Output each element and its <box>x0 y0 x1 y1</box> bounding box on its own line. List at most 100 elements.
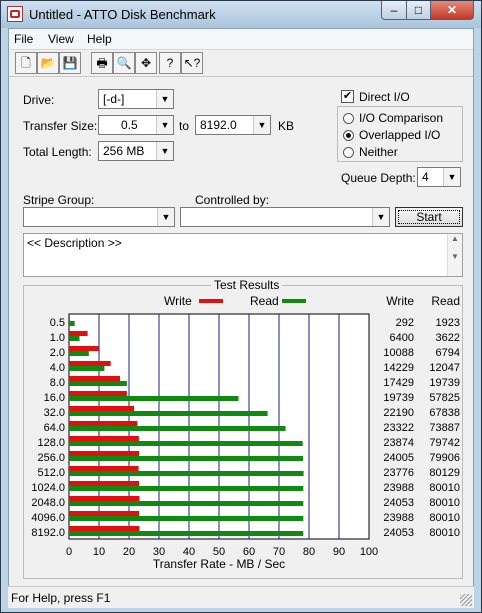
category-label: 2.0 <box>50 347 65 359</box>
read-bar <box>69 366 105 371</box>
close-button[interactable]: ✕ <box>430 1 474 20</box>
category-label: 2048.0 <box>31 497 65 509</box>
direct-io-checkbox[interactable]: ✔ <box>341 90 354 103</box>
read-value-label: 6794 <box>436 347 460 359</box>
x-tick-label: 100 <box>360 546 378 558</box>
description-text: << Description >> <box>27 236 122 250</box>
read-bar <box>69 396 239 401</box>
save-icon[interactable]: 💾 <box>59 52 81 74</box>
controlled-by-label: Controlled by: <box>195 193 270 207</box>
neither-label[interactable]: Neither <box>359 145 398 159</box>
read-bar <box>69 516 304 521</box>
read-bar <box>69 441 303 446</box>
help-icon[interactable]: ? <box>159 52 181 74</box>
move-icon[interactable]: ✥ <box>135 52 157 74</box>
read-value-label: 1923 <box>436 317 460 329</box>
read-bar <box>69 471 304 476</box>
chevron-down-icon[interactable]: ▼ <box>156 142 173 160</box>
open-icon[interactable]: 📂 <box>37 52 59 74</box>
test-results-group: Test Results 0.5 292 1923 1.0 6400 3622 2.0 100… <box>23 278 463 579</box>
write-bar <box>69 481 140 486</box>
write-value-label: 10088 <box>383 347 414 359</box>
chevron-down-icon[interactable]: ▼ <box>253 116 270 134</box>
overlapped-io-radio[interactable] <box>343 130 354 141</box>
read-value-label: 19739 <box>429 377 460 389</box>
description-scrollbar[interactable]: ▲ ▼ <box>447 234 462 276</box>
queue-depth-select[interactable]: 4 ▼ <box>417 167 461 187</box>
title-bar[interactable]: Untitled - ATTO Disk Benchmark – □ ✕ <box>1 1 481 28</box>
read-bar <box>69 321 75 326</box>
chevron-down-icon[interactable]: ▼ <box>156 116 173 134</box>
drive-select[interactable]: [-d-] ▼ <box>98 89 174 109</box>
write-bar <box>69 376 120 381</box>
transfer-size-to-select[interactable]: 8192.0 ▼ <box>195 115 271 135</box>
chevron-down-icon[interactable]: ▼ <box>156 90 173 108</box>
write-bar <box>69 511 140 516</box>
write-value-label: 24053 <box>383 497 414 509</box>
category-label: 4096.0 <box>31 512 65 524</box>
write-column-header: Write <box>386 294 414 308</box>
read-bar <box>69 381 127 386</box>
write-bar <box>69 496 140 501</box>
write-bar <box>69 391 127 396</box>
write-value-label: 6400 <box>390 332 414 344</box>
legend-read-swatch <box>282 299 306 303</box>
write-value-label: 23988 <box>383 482 414 494</box>
category-label: 64.0 <box>44 422 65 434</box>
read-bar <box>69 351 89 356</box>
write-bar <box>69 451 140 456</box>
total-length-value: 256 MB <box>103 144 145 158</box>
read-value-label: 67838 <box>429 407 460 419</box>
direct-io-label[interactable]: Direct I/O <box>359 90 410 104</box>
write-value-label: 23988 <box>383 512 414 524</box>
read-bar <box>69 531 304 536</box>
x-tick-label: 10 <box>93 546 105 558</box>
write-bar <box>69 526 140 531</box>
write-bar <box>69 331 88 336</box>
read-bar <box>69 411 268 416</box>
resize-grip-icon[interactable] <box>460 594 472 606</box>
write-value-label: 292 <box>396 317 414 329</box>
overlapped-io-label[interactable]: Overlapped I/O <box>359 128 440 142</box>
start-button[interactable]: Start <box>395 207 463 227</box>
drive-label: Drive: <box>23 93 55 107</box>
stripe-group-select[interactable]: ▼ <box>23 207 175 227</box>
transfer-size-from-value: 0.5 <box>121 118 138 132</box>
menu-file[interactable]: File <box>14 32 33 46</box>
category-label: 8192.0 <box>31 527 65 539</box>
transfer-rate-chart: 0.5 292 1923 1.0 6400 3622 2.0 10088 6794 4.0 1422… <box>31 294 460 571</box>
chevron-down-icon[interactable]: ▼ <box>372 208 389 226</box>
kb-label: KB <box>278 119 295 133</box>
minimize-button[interactable]: – <box>381 1 407 20</box>
menu-help[interactable]: Help <box>87 32 112 46</box>
new-icon[interactable]: 🗋 <box>15 52 37 74</box>
context-help-icon[interactable]: ↖? <box>181 52 203 74</box>
total-length-select[interactable]: 256 MB ▼ <box>98 141 174 161</box>
menu-view[interactable]: View <box>48 32 74 46</box>
controlled-by-select[interactable]: ▼ <box>180 207 390 227</box>
neither-radio[interactable] <box>343 147 354 158</box>
client-area: File View Help 🗋 📂 💾 🖶 🔍 ✥ ? ↖? Drive: [… <box>8 28 474 607</box>
transfer-size-from-select[interactable]: 0.5 ▼ <box>98 115 174 135</box>
write-bar <box>69 361 111 366</box>
maximize-button[interactable]: □ <box>406 1 431 20</box>
read-value-label: 80129 <box>429 467 460 479</box>
transfer-size-label: Transfer Size: <box>23 119 98 133</box>
read-value-label: 80010 <box>429 527 460 539</box>
app-window: Untitled - ATTO Disk Benchmark – □ ✕ Fil… <box>0 0 482 613</box>
print-icon[interactable]: 🖶 <box>91 52 113 74</box>
description-field[interactable]: << Description >> ▲ ▼ <box>23 233 463 277</box>
chevron-down-icon[interactable]: ▼ <box>157 208 174 226</box>
read-value-label: 80010 <box>429 482 460 494</box>
x-tick-label: 0 <box>66 546 72 558</box>
category-label: 16.0 <box>44 392 65 404</box>
io-comparison-radio[interactable] <box>343 113 354 124</box>
legend-write-label: Write <box>164 294 192 308</box>
menu-bar: File View Help <box>9 29 473 50</box>
x-tick-label: 90 <box>333 546 345 558</box>
chevron-down-icon[interactable]: ▼ <box>443 168 460 186</box>
window-title: Untitled - ATTO Disk Benchmark <box>29 7 216 22</box>
io-comparison-label[interactable]: I/O Comparison <box>359 111 443 125</box>
print-preview-icon[interactable]: 🔍 <box>113 52 135 74</box>
category-label: 1024.0 <box>31 482 65 494</box>
